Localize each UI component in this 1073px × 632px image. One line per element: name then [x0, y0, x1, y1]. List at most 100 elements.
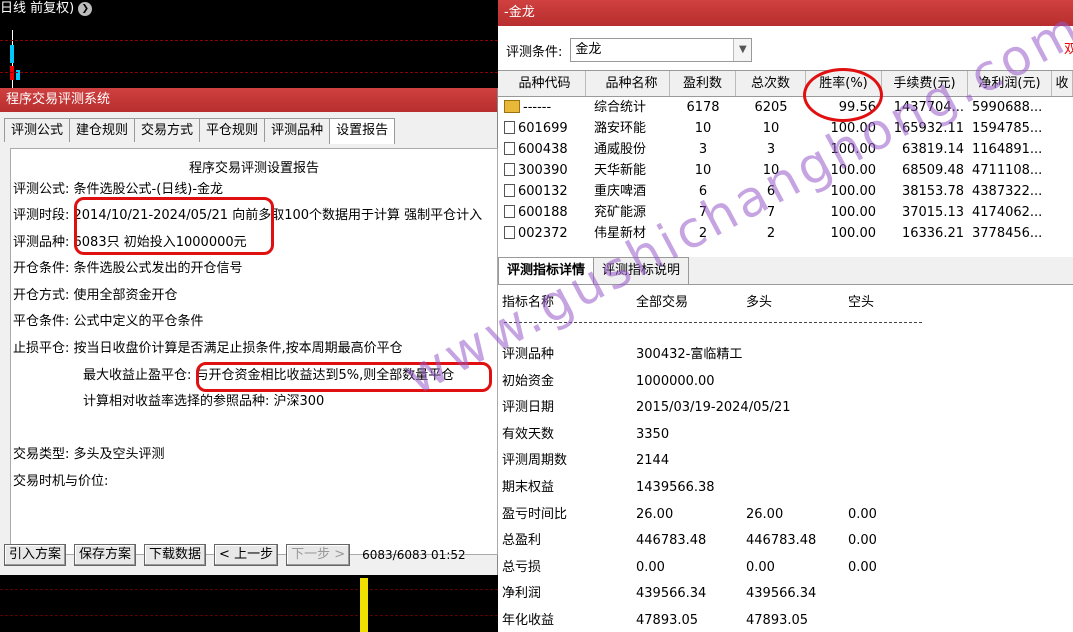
table-cell: 100.00 — [830, 163, 877, 178]
table-cell: 300390 — [498, 160, 586, 181]
table-cell: 1594785... — [972, 121, 1043, 136]
code-text: 601699 — [518, 121, 568, 136]
detail-header-metric: 指标名称 — [502, 295, 555, 310]
table-cell: 100.00 — [830, 184, 877, 199]
table-cell: 600132 — [498, 181, 586, 202]
table-row[interactable]: 002372 伟星新材 2 2 100.00 16336.21 3778456... — [498, 223, 1073, 244]
table-cell: 综合统计 — [594, 100, 647, 115]
table-cell: 600188 — [498, 202, 586, 223]
truncated-red-label: 双 — [1064, 42, 1073, 57]
table-cell — [1052, 118, 1073, 139]
table-cell: 4387322... — [972, 184, 1043, 199]
metric-name: 总盈利 — [502, 533, 542, 548]
next-step-button[interactable]: 下一步 > — [286, 544, 351, 566]
table-cell: 10 — [694, 163, 712, 178]
detail-header-short: 空头 — [848, 295, 875, 310]
document-icon — [504, 205, 515, 218]
volume-bar — [360, 578, 368, 632]
metric-name: 评测周期数 — [502, 453, 568, 468]
table-cell: 重庆啤酒 — [594, 184, 647, 199]
table-row[interactable]: 600188 兖矿能源 7 7 100.00 37015.13 4174062... — [498, 202, 1073, 223]
table-row[interactable]: 600438 通威股份 3 3 100.00 63819.14 1164891... — [498, 139, 1073, 160]
candle — [10, 66, 14, 80]
table-cell: 002372 — [498, 223, 586, 244]
detail-tabs: 评测指标详情 评测指标说明 — [498, 257, 1073, 285]
import-plan-button[interactable]: 引入方案 — [4, 544, 67, 566]
col-header-name[interactable]: 品种名称 — [586, 71, 670, 96]
wizard-buttons: 引入方案 保存方案 下载数据 < 上一步 下一步 > 6083/6083 01:… — [4, 544, 466, 566]
chart-title: 日线 前复权) — [0, 1, 75, 16]
table-cell: 4174062... — [972, 205, 1043, 220]
report-line: 评测品种: 6083只 初始投入1000000元 — [13, 235, 247, 250]
table-cell: 5990688... — [972, 100, 1043, 115]
table-cell: 6 — [766, 184, 776, 199]
tab-open-rules[interactable]: 建仓规则 — [69, 118, 136, 142]
report-line: 止损平仓: 按当日收盘价计算是否满足止损条件,按本周期最高价平仓 — [13, 341, 403, 356]
grid-line — [0, 615, 498, 616]
results-window: -金龙 评测条件: 金龙 ▼ 双 品种代码 品种名称 盈利数 总次数 胜率(%)… — [498, 0, 1073, 632]
metric-value: 2144 — [636, 453, 670, 468]
col-header-wins[interactable]: 盈利数 — [670, 71, 736, 96]
tab-report[interactable]: 设置报告 — [329, 118, 396, 144]
table-row[interactable]: 600132 重庆啤酒 6 6 100.00 38153.78 4387322... — [498, 181, 1073, 202]
window-title: 程序交易评测系统 — [0, 88, 497, 112]
metric-value: 47893.05 — [746, 613, 809, 628]
table-cell: 63819.14 — [901, 142, 964, 157]
tab-close-rules[interactable]: 平仓规则 — [199, 118, 266, 142]
condition-select[interactable]: 金龙 ▼ — [570, 38, 753, 62]
save-plan-button[interactable]: 保存方案 — [74, 544, 137, 566]
report-line: 计算相对收益率选择的参照品种: 沪深300 — [83, 394, 325, 409]
grid-line — [0, 72, 498, 73]
tab-instruments[interactable]: 评测品种 — [264, 118, 331, 142]
col-header-fee[interactable]: 手续费(元) — [882, 71, 968, 96]
table-cell: 37015.13 — [901, 205, 964, 220]
col-header-profit[interactable]: 净利润(元) — [968, 71, 1052, 96]
col-header-more[interactable]: 收 — [1052, 71, 1073, 96]
report-line: 评测时段: 2014/10/21-2024/05/21 向前多取100个数据用于… — [13, 208, 483, 223]
metric-value: 300432-富临精工 — [636, 347, 743, 362]
code-text: 600438 — [518, 142, 568, 157]
metric-value: 0.00 — [636, 560, 665, 575]
col-header-total[interactable]: 总次数 — [736, 71, 806, 96]
metric-value: 26.00 — [746, 507, 784, 522]
prev-step-button[interactable]: < 上一步 — [214, 544, 279, 566]
table-cell: 2 — [766, 226, 776, 241]
report-line: 平仓条件: 公式中定义的平仓条件 — [13, 314, 204, 329]
tab-metric-details[interactable]: 评测指标详情 — [498, 257, 595, 285]
tab-formula[interactable]: 评测公式 — [4, 118, 71, 142]
table-cell — [1052, 223, 1073, 244]
col-header-winrate[interactable]: 胜率(%) — [806, 71, 882, 96]
metric-name: 年化收益 — [502, 613, 555, 628]
detail-header-all: 全部交易 — [636, 295, 689, 310]
table-cell: 天华新能 — [594, 163, 647, 178]
metric-name: 评测日期 — [502, 400, 555, 415]
table-row[interactable]: 601699 潞安环能 10 10 100.00 165932.11 1594785... — [498, 118, 1073, 139]
table-cell: 兖矿能源 — [594, 205, 647, 220]
table-row[interactable]: ------ 综合统计 6178 6205 99.56 1437704... 5990688… — [498, 97, 1073, 118]
grid-line — [0, 589, 498, 590]
metric-value: 0.00 — [848, 560, 877, 575]
chevron-down-icon[interactable]: ▼ — [733, 39, 752, 61]
progress-status: 6083/6083 01:52 — [362, 548, 466, 562]
metric-value: 0.00 — [848, 533, 877, 548]
chart-period-label: 日线 前复权) ❯ — [0, 0, 93, 18]
background-chart-bottom — [0, 575, 498, 632]
table-cell: 10 — [762, 121, 780, 136]
tab-metric-explanation[interactable]: 评测指标说明 — [593, 257, 690, 285]
results-window-title: -金龙 — [498, 0, 1073, 26]
document-icon — [504, 142, 515, 155]
table-cell: 7 — [766, 205, 776, 220]
tab-trade-mode[interactable]: 交易方式 — [134, 118, 201, 142]
report-line: 交易类型: 多头及空头评测 — [13, 447, 165, 462]
table-cell: 1164891... — [972, 142, 1043, 157]
col-header-code[interactable]: 品种代码 — [498, 71, 586, 96]
chart-menu-icon[interactable]: ❯ — [78, 1, 93, 16]
metric-value: 26.00 — [636, 507, 674, 522]
table-row[interactable]: 300390 天华新能 10 10 100.00 68509.48 4711108... — [498, 160, 1073, 181]
settings-tabs: 评测公式 建仓规则 交易方式 平仓规则 评测品种 设置报告 — [4, 118, 396, 144]
download-data-button[interactable]: 下载数据 — [144, 544, 207, 566]
condition-value: 金龙 — [575, 42, 602, 57]
table-cell: 165932.11 — [893, 121, 964, 136]
divider — [504, 322, 922, 323]
table-cell: 10 — [762, 163, 780, 178]
